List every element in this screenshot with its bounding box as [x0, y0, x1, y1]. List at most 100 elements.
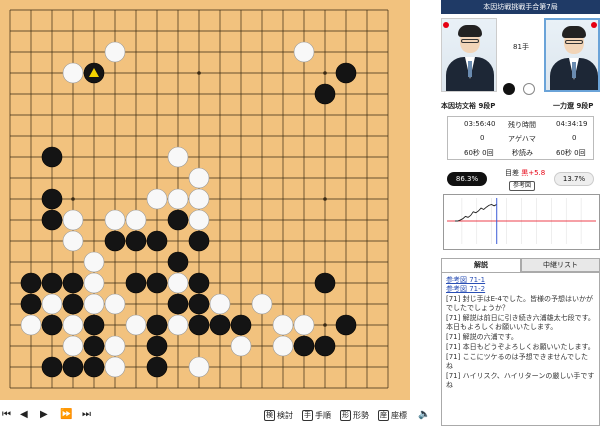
star-point	[323, 323, 327, 327]
panel-tabs: 解説 中継リスト	[441, 258, 600, 272]
black-stone[interactable]	[335, 62, 357, 84]
black-stone[interactable]	[146, 356, 168, 378]
white-stone[interactable]	[209, 293, 231, 315]
black-stone[interactable]	[188, 272, 210, 294]
black-stone[interactable]	[188, 314, 210, 336]
white-stone[interactable]	[188, 188, 210, 210]
sequence-icon: 手	[302, 409, 313, 421]
white-stone[interactable]	[104, 41, 126, 63]
last-move-button[interactable]: ⏭	[82, 408, 91, 422]
black-stone[interactable]	[335, 314, 357, 336]
white-stone[interactable]	[83, 272, 105, 294]
reference-link-1[interactable]: 参考図 71-1	[446, 276, 595, 285]
white-stone[interactable]	[125, 209, 147, 231]
coordinates-button[interactable]: 座座標	[378, 408, 407, 422]
sound-button[interactable]: 🔈	[418, 408, 430, 422]
reference-diagram-button[interactable]: 参考図	[509, 181, 536, 191]
situation-button[interactable]: 形形勢	[340, 408, 369, 422]
white-stone[interactable]	[125, 314, 147, 336]
comment-line: [71] 解説は前日に引き続き六浦雄太七段です。本日もよろしくお願いいたします。	[446, 314, 595, 331]
black-stone[interactable]	[41, 209, 63, 231]
black-stone[interactable]	[20, 272, 42, 294]
winrate-graph	[443, 194, 600, 250]
black-stone[interactable]	[62, 293, 84, 315]
coordinates-icon: 座	[378, 409, 389, 421]
black-stone[interactable]	[146, 230, 168, 252]
white-stone[interactable]	[167, 146, 189, 168]
black-stone[interactable]	[188, 293, 210, 315]
black-stone[interactable]	[146, 314, 168, 336]
review-button[interactable]: 検検討	[264, 408, 293, 422]
white-stone[interactable]	[188, 209, 210, 231]
tab-relay-list[interactable]: 中継リスト	[521, 258, 600, 272]
black-stone[interactable]	[83, 356, 105, 378]
white-stone[interactable]	[104, 209, 126, 231]
black-stone[interactable]	[188, 230, 210, 252]
black-stone[interactable]	[20, 293, 42, 315]
black-stone[interactable]	[41, 356, 63, 378]
black-stone[interactable]	[293, 335, 315, 357]
white-stone[interactable]	[230, 335, 252, 357]
black-stone[interactable]	[167, 293, 189, 315]
black-stone[interactable]	[146, 335, 168, 357]
stats-row: 0 アゲハマ 0	[480, 134, 577, 143]
black-stone[interactable]	[146, 272, 168, 294]
white-stone[interactable]	[167, 314, 189, 336]
white-stone[interactable]	[188, 167, 210, 189]
white-stone[interactable]	[104, 335, 126, 357]
tab-commentary[interactable]: 解説	[441, 258, 521, 272]
comment-line: [71] 解説の六浦です。	[446, 333, 518, 341]
white-stone[interactable]	[188, 356, 210, 378]
black-stone[interactable]	[62, 272, 84, 294]
black-stone[interactable]	[104, 230, 126, 252]
black-stone[interactable]	[209, 314, 231, 336]
black-stone[interactable]	[62, 356, 84, 378]
go-board[interactable]	[0, 0, 434, 402]
white-stone[interactable]	[272, 335, 294, 357]
black-stone[interactable]	[314, 272, 336, 294]
black-stone[interactable]	[314, 335, 336, 357]
black-stone[interactable]	[83, 335, 105, 357]
sequence-button[interactable]: 手手順	[302, 408, 331, 422]
white-stone[interactable]	[167, 272, 189, 294]
white-stone[interactable]	[167, 188, 189, 210]
white-stone[interactable]	[62, 314, 84, 336]
white-stone[interactable]	[62, 62, 84, 84]
white-stone[interactable]	[272, 314, 294, 336]
prev-move-button[interactable]: ◀	[20, 408, 28, 422]
reference-link-2[interactable]: 参考図 71-2	[446, 285, 595, 294]
black-stone[interactable]	[125, 272, 147, 294]
black-stone[interactable]	[230, 314, 252, 336]
black-stone[interactable]	[167, 209, 189, 231]
white-stone[interactable]	[20, 314, 42, 336]
white-stone[interactable]	[293, 314, 315, 336]
white-stone[interactable]	[41, 293, 63, 315]
black-winrate-badge: 86.3%	[447, 172, 487, 186]
comment-line: [71] ハイリスク、ハイリターンの厳しい手ですね	[446, 372, 595, 389]
white-stone[interactable]	[83, 251, 105, 273]
white-stone[interactable]	[293, 41, 315, 63]
black-stone[interactable]	[167, 251, 189, 273]
black-stone[interactable]	[41, 272, 63, 294]
white-stone[interactable]	[62, 230, 84, 252]
white-stone[interactable]	[251, 293, 273, 315]
black-stone[interactable]	[314, 83, 336, 105]
white-stone[interactable]	[62, 335, 84, 357]
next-move-button[interactable]: ▶	[40, 408, 48, 422]
fast-forward-button[interactable]: ⏩	[60, 408, 72, 422]
star-point	[323, 197, 327, 201]
white-stone[interactable]	[146, 188, 168, 210]
white-stone[interactable]	[83, 293, 105, 315]
white-stone[interactable]	[104, 293, 126, 315]
black-stone[interactable]	[41, 146, 63, 168]
white-stone[interactable]	[62, 209, 84, 231]
black-stone[interactable]	[41, 314, 63, 336]
black-stone[interactable]	[125, 230, 147, 252]
black-player-name: 本因坊文裕 9段P	[441, 102, 496, 110]
black-stone[interactable]	[83, 314, 105, 336]
first-move-button[interactable]: ⏮	[2, 408, 11, 422]
evaluation-row: 86.3% 目差 黒+5.8 参考図 13.7%	[441, 164, 600, 194]
black-stone[interactable]	[41, 188, 63, 210]
white-stone[interactable]	[104, 356, 126, 378]
board-area[interactable]	[0, 0, 434, 402]
